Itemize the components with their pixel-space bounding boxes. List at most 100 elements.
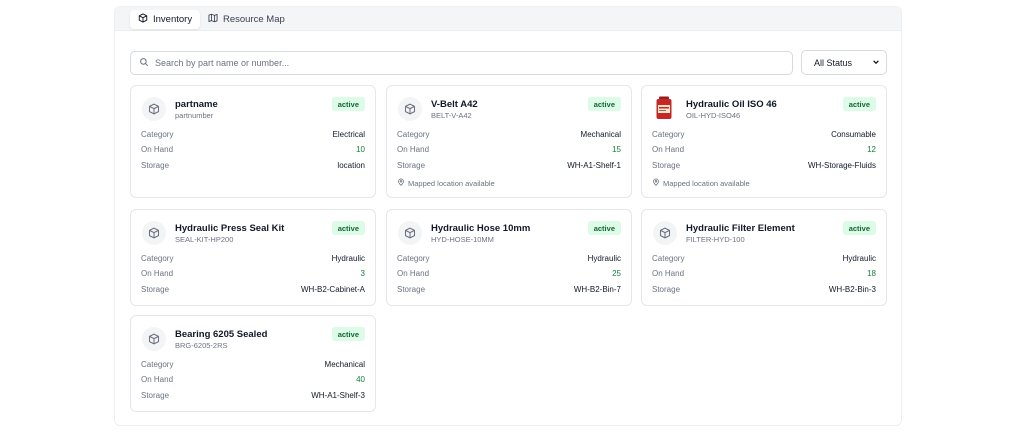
category-value: Mechanical [580, 129, 621, 139]
tab-resource-map[interactable]: Resource Map [200, 10, 293, 29]
storage-row: Storage WH-B2-Bin-3 [652, 283, 876, 295]
part-name: Bearing 6205 Sealed [175, 329, 268, 340]
category-row: Category Hydraulic [652, 252, 876, 264]
map-icon [208, 13, 218, 26]
storage-value: WH-B2-Bin-7 [573, 284, 621, 294]
part-number: BELT-V-A42 [431, 111, 472, 120]
on-hand-value: 3 [360, 268, 365, 278]
part-name: V-Belt A42 [431, 99, 478, 110]
mapped-location-text: Mapped location available [408, 178, 495, 188]
part-number: BRG-6205-2RS [175, 341, 228, 350]
part-card[interactable]: Hydraulic Oil ISO 46 OIL-HYD-ISO46 activ… [641, 85, 887, 198]
storage-row: Storage location [141, 159, 365, 171]
status-filter-value: All Status [814, 57, 853, 68]
mapped-location-note: Mapped location available [397, 178, 495, 188]
cube-icon [142, 327, 166, 351]
storage-value: WH-A1-Shelf-3 [311, 390, 365, 400]
storage-label: Storage [652, 284, 681, 294]
status-badge: active [331, 327, 365, 341]
storage-label: Storage [397, 160, 426, 170]
category-row: Category Electrical [141, 128, 365, 140]
storage-label: Storage [652, 160, 681, 170]
part-name: Hydraulic Hose 10mm [431, 223, 531, 234]
on-hand-value: 40 [356, 374, 365, 384]
storage-label: Storage [397, 284, 426, 294]
on-hand-row: On Hand 3 [141, 267, 365, 279]
category-value: Hydraulic [331, 253, 365, 263]
storage-label: Storage [141, 390, 170, 400]
status-filter-select[interactable]: All Status [801, 50, 887, 75]
category-row: Category Hydraulic [141, 252, 365, 264]
part-number: FILTER-HYD-100 [686, 235, 745, 244]
part-name: partname [175, 99, 218, 110]
cube-icon [142, 221, 166, 245]
cube-icon [398, 221, 422, 245]
category-value: Hydraulic [587, 253, 621, 263]
on-hand-row: On Hand 12 [652, 143, 876, 155]
on-hand-value: 10 [356, 144, 365, 154]
status-badge: active [842, 221, 876, 235]
storage-value: WH-B2-Cabinet-A [300, 284, 365, 294]
mapped-location-text: Mapped location available [663, 178, 750, 188]
category-label: Category [141, 359, 174, 369]
on-hand-label: On Hand [141, 144, 174, 154]
category-value: Hydraulic [842, 253, 876, 263]
part-number: OIL-HYD-ISO46 [686, 111, 741, 120]
category-row: Category Consumable [652, 128, 876, 140]
tab-resource-map-label: Resource Map [223, 14, 285, 25]
status-badge: active [842, 97, 876, 111]
search-icon [139, 54, 149, 72]
on-hand-value: 15 [612, 144, 621, 154]
on-hand-label: On Hand [652, 144, 685, 154]
tab-inventory[interactable]: Inventory [130, 10, 201, 29]
part-card[interactable]: V-Belt A42 BELT-V-A42 active Category Me… [386, 85, 632, 198]
part-card[interactable]: Hydraulic Press Seal Kit SEAL-KIT-HP200 … [130, 209, 376, 306]
cube-icon [653, 221, 677, 245]
chevron-down-icon [872, 58, 880, 68]
category-label: Category [141, 253, 174, 263]
status-badge: active [331, 97, 365, 111]
part-card[interactable]: Hydraulic Hose 10mm HYD-HOSE-10MM active… [386, 209, 632, 306]
category-value: Mechanical [324, 359, 365, 369]
storage-label: Storage [141, 284, 170, 294]
tab-bar: Inventory Resource Map [115, 7, 901, 31]
on-hand-label: On Hand [141, 268, 174, 278]
on-hand-row: On Hand 40 [141, 373, 365, 385]
on-hand-row: On Hand 15 [397, 143, 621, 155]
storage-value: WH-B2-Bin-3 [828, 284, 876, 294]
cube-icon [142, 97, 166, 121]
cube-icon [398, 97, 422, 121]
category-row: Category Mechanical [141, 358, 365, 370]
inventory-panel: Inventory Resource Map All Status partna… [114, 6, 902, 426]
part-card[interactable]: partname partnumber active Category Elec… [130, 85, 376, 198]
category-label: Category [652, 129, 685, 139]
storage-row: Storage WH-A1-Shelf-3 [141, 389, 365, 401]
on-hand-label: On Hand [397, 144, 430, 154]
part-card[interactable]: Bearing 6205 Sealed BRG-6205-2RS active … [130, 315, 376, 412]
storage-value: WH-A1-Shelf-1 [567, 160, 621, 170]
status-badge: active [331, 221, 365, 235]
search-box [130, 51, 793, 75]
on-hand-value: 18 [867, 268, 876, 278]
part-number: partnumber [175, 111, 214, 120]
status-badge: active [587, 97, 621, 111]
status-badge: active [587, 221, 621, 235]
category-value: Electrical [332, 129, 365, 139]
storage-label: Storage [141, 160, 170, 170]
on-hand-row: On Hand 10 [141, 143, 365, 155]
part-number: HYD-HOSE-10MM [431, 235, 494, 244]
part-name: Hydraulic Oil ISO 46 [686, 99, 777, 110]
on-hand-row: On Hand 25 [397, 267, 621, 279]
search-input[interactable] [155, 58, 775, 68]
on-hand-label: On Hand [652, 268, 685, 278]
on-hand-value: 12 [867, 144, 876, 154]
part-card[interactable]: Hydraulic Filter Element FILTER-HYD-100 … [641, 209, 887, 306]
part-name: Hydraulic Press Seal Kit [175, 223, 285, 234]
part-number: SEAL-KIT-HP200 [175, 235, 234, 244]
on-hand-label: On Hand [397, 268, 430, 278]
map-pin-icon [397, 178, 405, 188]
category-row: Category Mechanical [397, 128, 621, 140]
map-pin-icon [652, 178, 660, 188]
on-hand-value: 25 [612, 268, 621, 278]
oil-container-image [655, 96, 673, 120]
